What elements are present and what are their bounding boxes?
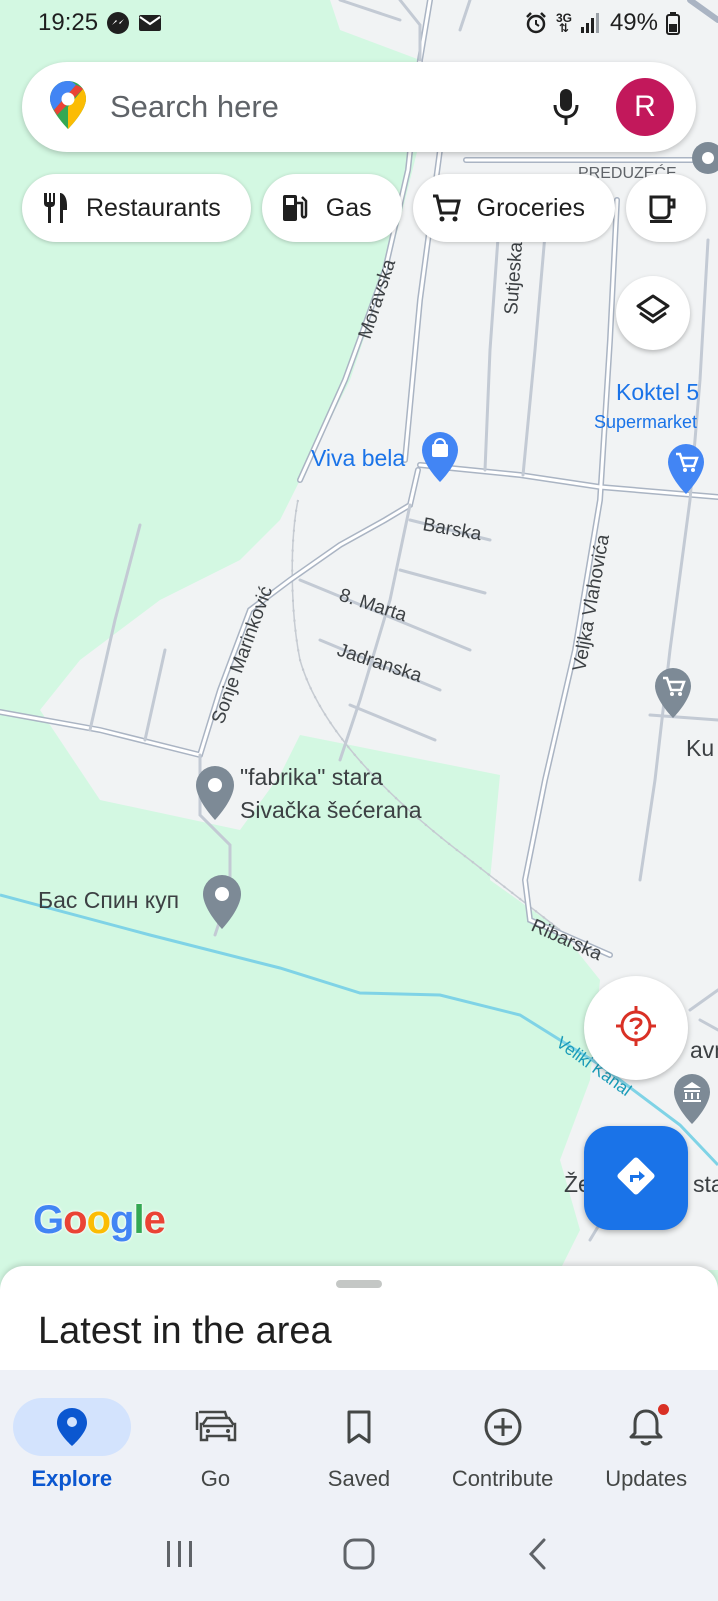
status-time: 19:25: [38, 9, 99, 36]
car-icon: [156, 1398, 274, 1456]
search-input[interactable]: Search here: [110, 89, 542, 125]
nav-label: Contribute: [451, 1466, 554, 1491]
battery-percent: 49%: [609, 9, 658, 36]
nav-divider: [0, 1370, 718, 1390]
chip-label: Groceries: [476, 193, 586, 222]
bottom-sheet[interactable]: Latest in the area: [0, 1266, 718, 1370]
drag-handle[interactable]: [336, 1280, 382, 1288]
search-bar[interactable]: Search here R: [22, 62, 696, 152]
coffee-icon: [648, 193, 678, 223]
nav-updates[interactable]: Updates: [574, 1390, 718, 1506]
plus-circle-icon: [444, 1398, 562, 1456]
chip-restaurants[interactable]: Restaurants: [22, 174, 251, 242]
google-logo-letter: l: [133, 1198, 144, 1242]
poi-label-fabrika-1: "fabrika" stara: [240, 764, 383, 790]
notification-badge: [658, 1404, 670, 1415]
nav-contribute[interactable]: Contribute: [431, 1390, 575, 1506]
bookmark-icon: [300, 1398, 418, 1456]
messenger-icon: [106, 11, 130, 35]
recent-apps-icon: [166, 1540, 192, 1567]
partial-label-avn: avn: [690, 1037, 718, 1063]
network-3g-icon: 3G ⇅: [556, 12, 572, 35]
layers-button[interactable]: [616, 276, 690, 350]
nav-label: Go: [200, 1466, 231, 1491]
location-unknown-icon: [614, 1004, 658, 1053]
google-logo-letter: G: [33, 1198, 64, 1242]
chip-label: Gas: [325, 193, 372, 222]
chip-coffee[interactable]: [626, 174, 707, 242]
google-logo-letter: g: [110, 1198, 134, 1242]
recent-apps-button[interactable]: [150, 1524, 210, 1584]
google-maps-pin-icon: [50, 80, 86, 134]
gas-station-icon: [280, 193, 310, 223]
directions-button[interactable]: [584, 1126, 688, 1230]
chip-groceries[interactable]: Groceries: [412, 174, 616, 242]
location-pin-icon: [12, 1398, 131, 1456]
chip-label: Restaurants: [86, 193, 221, 222]
partial-label-sta: sta: [693, 1171, 718, 1197]
email-icon: [138, 13, 162, 33]
home-button[interactable]: [329, 1524, 389, 1584]
restaurant-icon: [40, 193, 70, 223]
category-chips: Restaurants Gas Groceries: [22, 174, 707, 242]
poi-label-viva-bela: Viva bela: [311, 445, 405, 471]
layers-icon: [634, 292, 672, 335]
home-icon: [343, 1538, 375, 1569]
bottom-nav: Explore Go Saved Contribute Updates: [0, 1390, 718, 1506]
bell-icon: [587, 1398, 705, 1456]
poi-label-fabrika-2: Sivačka šećerana: [240, 797, 422, 823]
poi-sub-supermarket: Supermarket: [594, 412, 697, 432]
status-bar: 19:25 3G ⇅ 49%: [0, 0, 718, 46]
nav-saved[interactable]: Saved: [287, 1390, 431, 1506]
my-location-button[interactable]: [584, 976, 688, 1080]
back-button[interactable]: [508, 1524, 568, 1584]
chip-gas[interactable]: Gas: [261, 174, 402, 242]
nav-explore[interactable]: Explore: [0, 1390, 144, 1506]
google-logo: Google: [33, 1198, 166, 1243]
system-nav-bar: [0, 1506, 718, 1601]
google-logo-letter: o: [63, 1198, 87, 1242]
nav-go[interactable]: Go: [144, 1390, 288, 1506]
signal-icon: [580, 12, 602, 34]
nav-label: Saved: [327, 1466, 391, 1491]
google-logo-letter: o: [86, 1198, 111, 1242]
nav-label: Updates: [605, 1466, 688, 1491]
network-arrows-icon: ⇅: [558, 21, 569, 35]
partial-label-ku: Ku: [686, 735, 714, 761]
poi-label-koktel-5: Koktel 5: [616, 379, 699, 405]
sheet-title: Latest in the area: [38, 1310, 332, 1352]
google-logo-letter: e: [143, 1198, 166, 1242]
back-icon: [529, 1538, 546, 1569]
nav-label: Explore: [31, 1466, 113, 1491]
avatar[interactable]: R: [616, 78, 674, 136]
poi-label-bas-spin-kup: Бас Спин куп: [38, 887, 179, 913]
mic-icon[interactable]: [542, 83, 590, 131]
directions-icon: [614, 1154, 658, 1203]
alarm-icon: [524, 11, 548, 35]
battery-icon: [666, 11, 680, 35]
cart-icon: [431, 193, 461, 223]
